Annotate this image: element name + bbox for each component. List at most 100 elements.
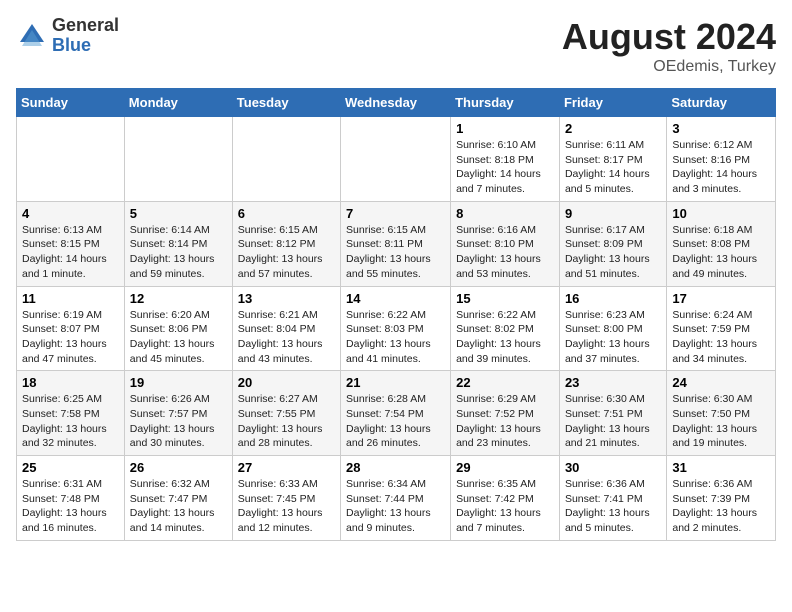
logo-blue-label: Blue	[52, 36, 119, 56]
calendar-cell: 20 Sunrise: 6:27 AM Sunset: 7:55 PM Dayli…	[232, 371, 340, 456]
day-number: 9	[565, 206, 661, 221]
day-info: Sunrise: 6:32 AM Sunset: 7:47 PM Dayligh…	[130, 477, 227, 536]
day-info: Sunrise: 6:15 AM Sunset: 8:11 PM Dayligh…	[346, 223, 445, 282]
day-number: 30	[565, 460, 661, 475]
day-info: Sunrise: 6:13 AM Sunset: 8:15 PM Dayligh…	[22, 223, 119, 282]
day-info: Sunrise: 6:26 AM Sunset: 7:57 PM Dayligh…	[130, 392, 227, 451]
calendar-week-row: 1 Sunrise: 6:10 AM Sunset: 8:18 PM Daylig…	[17, 117, 776, 202]
calendar-cell	[124, 117, 232, 202]
day-info: Sunrise: 6:19 AM Sunset: 8:07 PM Dayligh…	[22, 308, 119, 367]
calendar-cell: 31 Sunrise: 6:36 AM Sunset: 7:39 PM Dayli…	[667, 456, 776, 541]
day-info: Sunrise: 6:21 AM Sunset: 8:04 PM Dayligh…	[238, 308, 335, 367]
calendar-cell: 24 Sunrise: 6:30 AM Sunset: 7:50 PM Dayli…	[667, 371, 776, 456]
day-number: 11	[22, 291, 119, 306]
calendar-cell: 7 Sunrise: 6:15 AM Sunset: 8:11 PM Daylig…	[341, 201, 451, 286]
logo-general-label: General	[52, 16, 119, 36]
day-info: Sunrise: 6:34 AM Sunset: 7:44 PM Dayligh…	[346, 477, 445, 536]
day-number: 12	[130, 291, 227, 306]
day-info: Sunrise: 6:15 AM Sunset: 8:12 PM Dayligh…	[238, 223, 335, 282]
day-number: 4	[22, 206, 119, 221]
calendar-cell	[17, 117, 125, 202]
day-info: Sunrise: 6:35 AM Sunset: 7:42 PM Dayligh…	[456, 477, 554, 536]
day-info: Sunrise: 6:25 AM Sunset: 7:58 PM Dayligh…	[22, 392, 119, 451]
weekday-header-tuesday: Tuesday	[232, 89, 340, 117]
day-number: 21	[346, 375, 445, 390]
day-number: 6	[238, 206, 335, 221]
day-info: Sunrise: 6:30 AM Sunset: 7:50 PM Dayligh…	[672, 392, 770, 451]
calendar-week-row: 4 Sunrise: 6:13 AM Sunset: 8:15 PM Daylig…	[17, 201, 776, 286]
calendar-cell: 11 Sunrise: 6:19 AM Sunset: 8:07 PM Dayli…	[17, 286, 125, 371]
calendar-cell: 17Sunrise: 6:24 AM Sunset: 7:59 PM Dayli…	[667, 286, 776, 371]
calendar-cell: 1 Sunrise: 6:10 AM Sunset: 8:18 PM Daylig…	[451, 117, 560, 202]
day-number: 25	[22, 460, 119, 475]
day-info: Sunrise: 6:36 AM Sunset: 7:41 PM Dayligh…	[565, 477, 661, 536]
logo-icon	[16, 20, 48, 52]
day-number: 2	[565, 121, 661, 136]
calendar-cell: 27 Sunrise: 6:33 AM Sunset: 7:45 PM Dayli…	[232, 456, 340, 541]
day-info: Sunrise: 6:20 AM Sunset: 8:06 PM Dayligh…	[130, 308, 227, 367]
day-number: 22	[456, 375, 554, 390]
day-info: Sunrise: 6:27 AM Sunset: 7:55 PM Dayligh…	[238, 392, 335, 451]
day-info: Sunrise: 6:28 AM Sunset: 7:54 PM Dayligh…	[346, 392, 445, 451]
day-info: Sunrise: 6:10 AM Sunset: 8:18 PM Dayligh…	[456, 138, 554, 197]
day-info: Sunrise: 6:12 AM Sunset: 8:16 PM Dayligh…	[672, 138, 770, 197]
day-number: 28	[346, 460, 445, 475]
day-number: 1	[456, 121, 554, 136]
weekday-header-saturday: Saturday	[667, 89, 776, 117]
calendar-cell: 16 Sunrise: 6:23 AM Sunset: 8:00 PM Dayli…	[559, 286, 666, 371]
day-info: Sunrise: 6:22 AM Sunset: 8:03 PM Dayligh…	[346, 308, 445, 367]
day-number: 23	[565, 375, 661, 390]
weekday-header-thursday: Thursday	[451, 89, 560, 117]
calendar-cell: 5Sunrise: 6:14 AM Sunset: 8:14 PM Daylig…	[124, 201, 232, 286]
calendar-cell: 18 Sunrise: 6:25 AM Sunset: 7:58 PM Dayli…	[17, 371, 125, 456]
logo-text: General Blue	[52, 16, 119, 56]
day-number: 14	[346, 291, 445, 306]
day-info: Sunrise: 6:33 AM Sunset: 7:45 PM Dayligh…	[238, 477, 335, 536]
day-info: Sunrise: 6:18 AM Sunset: 8:08 PM Dayligh…	[672, 223, 770, 282]
calendar-cell: 10 Sunrise: 6:18 AM Sunset: 8:08 PM Dayli…	[667, 201, 776, 286]
day-number: 8	[456, 206, 554, 221]
title-block: August 2024 OEdemis, Turkey	[562, 16, 776, 76]
day-info: Sunrise: 6:16 AM Sunset: 8:10 PM Dayligh…	[456, 223, 554, 282]
calendar-cell: 12 Sunrise: 6:20 AM Sunset: 8:06 PM Dayli…	[124, 286, 232, 371]
calendar-cell: 23Sunrise: 6:30 AM Sunset: 7:51 PM Dayli…	[559, 371, 666, 456]
day-info: Sunrise: 6:36 AM Sunset: 7:39 PM Dayligh…	[672, 477, 770, 536]
calendar-week-row: 18 Sunrise: 6:25 AM Sunset: 7:58 PM Dayli…	[17, 371, 776, 456]
page-header: General Blue August 2024 OEdemis, Turkey	[16, 16, 776, 76]
day-number: 29	[456, 460, 554, 475]
day-info: Sunrise: 6:17 AM Sunset: 8:09 PM Dayligh…	[565, 223, 661, 282]
weekday-header-wednesday: Wednesday	[341, 89, 451, 117]
day-info: Sunrise: 6:29 AM Sunset: 7:52 PM Dayligh…	[456, 392, 554, 451]
calendar-cell	[232, 117, 340, 202]
day-number: 24	[672, 375, 770, 390]
weekday-header-row: SundayMondayTuesdayWednesdayThursdayFrid…	[17, 89, 776, 117]
day-info: Sunrise: 6:31 AM Sunset: 7:48 PM Dayligh…	[22, 477, 119, 536]
calendar-week-row: 11 Sunrise: 6:19 AM Sunset: 8:07 PM Dayli…	[17, 286, 776, 371]
day-info: Sunrise: 6:24 AM Sunset: 7:59 PM Dayligh…	[672, 308, 770, 367]
day-info: Sunrise: 6:22 AM Sunset: 8:02 PM Dayligh…	[456, 308, 554, 367]
day-number: 27	[238, 460, 335, 475]
calendar-cell: 4 Sunrise: 6:13 AM Sunset: 8:15 PM Daylig…	[17, 201, 125, 286]
day-number: 15	[456, 291, 554, 306]
day-number: 7	[346, 206, 445, 221]
calendar-table: SundayMondayTuesdayWednesdayThursdayFrid…	[16, 88, 776, 541]
calendar-cell: 2 Sunrise: 6:11 AM Sunset: 8:17 PM Daylig…	[559, 117, 666, 202]
day-number: 16	[565, 291, 661, 306]
calendar-cell: 26Sunrise: 6:32 AM Sunset: 7:47 PM Dayli…	[124, 456, 232, 541]
calendar-cell: 21 Sunrise: 6:28 AM Sunset: 7:54 PM Dayli…	[341, 371, 451, 456]
calendar-cell	[341, 117, 451, 202]
weekday-header-friday: Friday	[559, 89, 666, 117]
day-info: Sunrise: 6:11 AM Sunset: 8:17 PM Dayligh…	[565, 138, 661, 197]
calendar-cell: 28 Sunrise: 6:34 AM Sunset: 7:44 PM Dayli…	[341, 456, 451, 541]
calendar-cell: 6 Sunrise: 6:15 AM Sunset: 8:12 PM Daylig…	[232, 201, 340, 286]
day-info: Sunrise: 6:23 AM Sunset: 8:00 PM Dayligh…	[565, 308, 661, 367]
calendar-cell: 29 Sunrise: 6:35 AM Sunset: 7:42 PM Dayli…	[451, 456, 560, 541]
logo: General Blue	[16, 16, 119, 56]
day-number: 20	[238, 375, 335, 390]
day-number: 13	[238, 291, 335, 306]
calendar-location: OEdemis, Turkey	[562, 58, 776, 76]
weekday-header-monday: Monday	[124, 89, 232, 117]
day-number: 18	[22, 375, 119, 390]
day-number: 10	[672, 206, 770, 221]
day-number: 31	[672, 460, 770, 475]
